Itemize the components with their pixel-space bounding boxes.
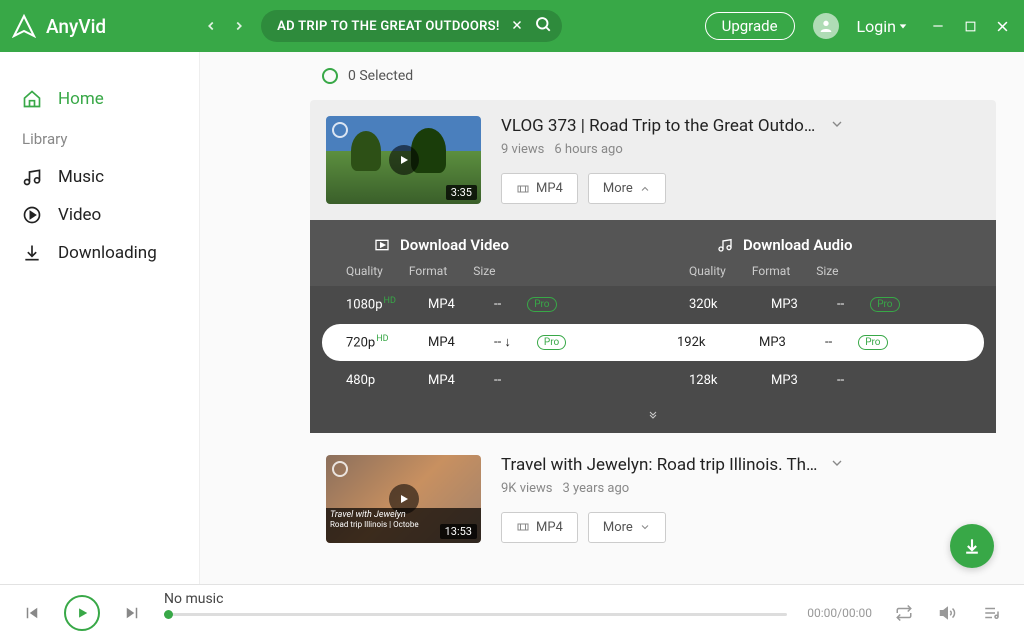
play-button[interactable] xyxy=(64,595,100,631)
search-icon[interactable] xyxy=(534,15,552,37)
select-all-checkbox[interactable] xyxy=(322,68,338,84)
more-button[interactable]: More xyxy=(588,512,666,543)
select-checkbox[interactable] xyxy=(332,122,348,138)
play-icon[interactable] xyxy=(389,145,419,175)
search-text: AD TRIP TO THE GREAT OUTDOORS! xyxy=(277,19,500,34)
prev-track-button[interactable] xyxy=(20,601,44,625)
result-card: 3:35 VLOG 373 | Road Trip to the Great O… xyxy=(310,100,996,433)
user-avatar[interactable] xyxy=(813,13,839,39)
download-option-row[interactable]: 720pHDMP4-- ↓Pro 192kMP3--Pro xyxy=(322,324,984,360)
sidebar-item-music[interactable]: Music xyxy=(16,158,199,196)
login-button[interactable]: Login xyxy=(857,17,908,36)
sidebar-library-label: Library xyxy=(22,130,199,148)
home-icon xyxy=(22,89,42,109)
video-views: 9 views xyxy=(501,142,544,157)
logo-icon xyxy=(12,14,36,38)
playlist-button[interactable] xyxy=(980,601,1004,625)
maximize-button[interactable] xyxy=(960,16,980,36)
sidebar: Home Library Music Video Downloading xyxy=(0,52,200,584)
select-checkbox[interactable] xyxy=(332,461,348,477)
app-name: AnyVid xyxy=(46,15,106,38)
video-duration: 3:35 xyxy=(446,185,477,200)
player-bar: No music 00:00/00:00 xyxy=(0,584,1024,640)
result-card: Travel with Jewelyn Road trip Illinois |… xyxy=(310,455,996,543)
nav-back-button[interactable] xyxy=(201,16,221,36)
video-views: 9K views xyxy=(501,481,553,496)
download-option-row[interactable]: 1080pHDMP4--Pro 320kMP3--Pro xyxy=(310,286,996,322)
video-title[interactable]: Travel with Jewelyn: Road trip Illinois.… xyxy=(501,455,821,475)
video-thumbnail[interactable]: 3:35 xyxy=(326,116,481,204)
sidebar-item-home[interactable]: Home xyxy=(16,80,199,118)
sidebar-item-downloading[interactable]: Downloading xyxy=(16,234,199,272)
mp4-button[interactable]: MP4 xyxy=(501,173,578,204)
video-duration: 13:53 xyxy=(440,524,477,539)
repeat-button[interactable] xyxy=(892,601,916,625)
selection-count: 0 Selected xyxy=(348,68,413,84)
expand-icon[interactable] xyxy=(829,455,845,475)
download-audio-header: Download Audio xyxy=(689,236,996,254)
collapse-icon[interactable] xyxy=(829,116,845,136)
nav-forward-button[interactable] xyxy=(229,16,249,36)
video-icon xyxy=(22,205,42,225)
results-list: 0 Selected 3:35 VLOG 373 | Road Trip to … xyxy=(200,52,1024,584)
video-title[interactable]: VLOG 373 | Road Trip to the Great Outdoo… xyxy=(501,116,821,136)
music-icon xyxy=(22,167,42,187)
minimize-button[interactable] xyxy=(928,16,948,36)
next-track-button[interactable] xyxy=(120,601,144,625)
floating-download-button[interactable] xyxy=(950,524,994,568)
download-icon xyxy=(22,243,42,263)
clear-search-icon[interactable] xyxy=(510,17,524,36)
download-video-header: Download Video xyxy=(346,236,653,254)
video-age: 6 hours ago xyxy=(554,142,622,157)
download-option-row[interactable]: 480pMP4-- 128kMP3-- xyxy=(310,363,996,398)
video-age: 3 years ago xyxy=(563,481,630,496)
download-panel: Download Video QualityFormatSize Downloa… xyxy=(310,220,996,433)
now-playing-title: No music xyxy=(164,591,223,607)
selection-row[interactable]: 0 Selected xyxy=(322,68,996,84)
sidebar-item-video[interactable]: Video xyxy=(16,196,199,234)
mp4-button[interactable]: MP4 xyxy=(501,512,578,543)
upgrade-button[interactable]: Upgrade xyxy=(705,12,795,40)
playback-time: 00:00/00:00 xyxy=(807,606,872,620)
volume-button[interactable] xyxy=(936,601,960,625)
app-logo: AnyVid xyxy=(12,14,106,38)
video-thumbnail[interactable]: Travel with Jewelyn Road trip Illinois |… xyxy=(326,455,481,543)
track-progress[interactable]: No music xyxy=(164,609,787,616)
close-window-button[interactable] xyxy=(992,16,1012,36)
search-bar[interactable]: AD TRIP TO THE GREAT OUTDOORS! xyxy=(261,10,562,42)
more-button[interactable]: More xyxy=(588,173,666,204)
expand-more-icon[interactable] xyxy=(310,398,996,433)
